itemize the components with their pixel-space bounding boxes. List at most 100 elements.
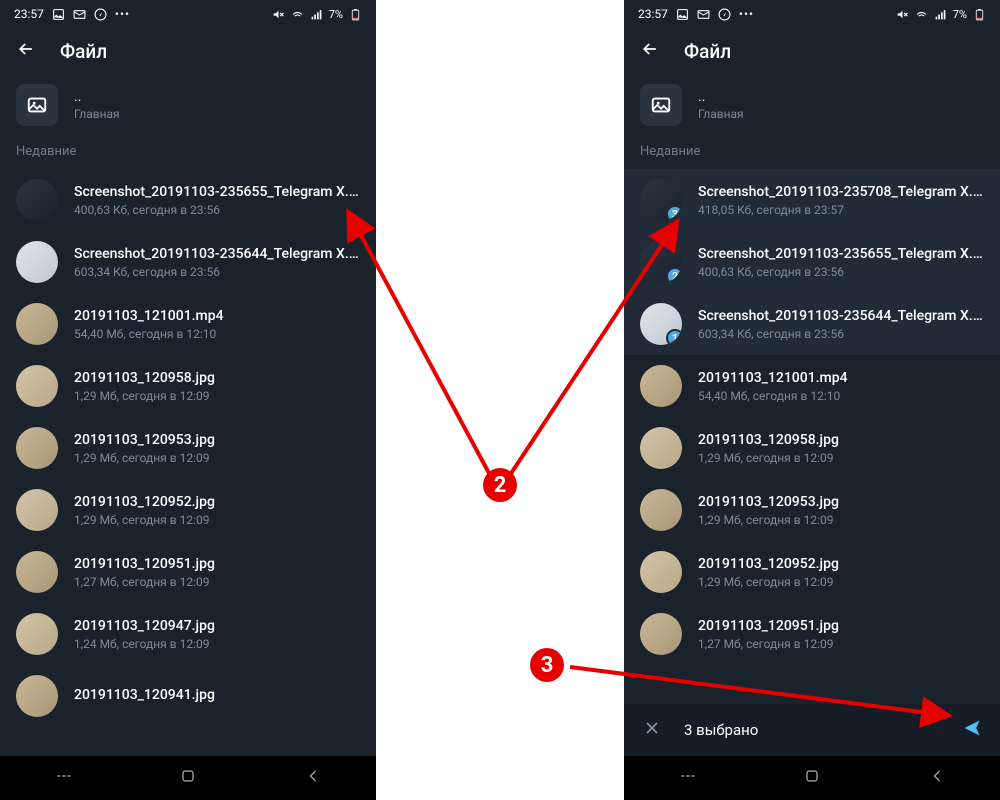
back-icon[interactable] (16, 39, 36, 63)
file-name: 20191103_120958.jpg (698, 432, 984, 448)
file-meta: 603,34 Кб, сегодня в 23:56 (698, 327, 984, 341)
file-thumb: 2 (640, 241, 682, 283)
close-icon[interactable] (642, 718, 662, 742)
file-thumb (16, 303, 58, 345)
file-row[interactable]: 3 Screenshot_20191103-235708_Telegram X.j… (624, 169, 1000, 231)
file-meta: 54,40 Мб, сегодня в 12:10 (698, 389, 984, 403)
section-recent: Недавние (0, 144, 376, 169)
file-row[interactable]: 20191103_120941.jpg (0, 665, 376, 727)
folder-sub: Главная (698, 107, 744, 121)
file-name: 20191103_120951.jpg (74, 556, 360, 572)
file-row[interactable]: 20191103_121001.mp4 54,40 Мб, сегодня в 1… (624, 355, 1000, 417)
file-thumb (16, 489, 58, 531)
file-row[interactable]: 1 Screenshot_20191103-235644_Telegram X.j… (624, 293, 1000, 355)
file-meta: 1,24 Мб, сегодня в 12:09 (74, 637, 360, 651)
battery-icon (349, 8, 362, 21)
file-row[interactable]: 20191103_120951.jpg 1,27 Мб, сегодня в 12… (0, 541, 376, 603)
file-meta: 1,29 Мб, сегодня в 12:09 (698, 575, 984, 589)
back-icon[interactable] (640, 39, 660, 63)
file-name: 20191103_120953.jpg (698, 494, 984, 510)
file-row[interactable]: 20191103_121001.mp4 54,40 Мб, сегодня в 1… (0, 293, 376, 355)
selection-badge: 2 (666, 267, 682, 283)
file-thumb (16, 241, 58, 283)
mute-icon (896, 8, 909, 21)
selection-bar: 3 выбрано (624, 704, 1000, 756)
battery-pct: 7% (953, 8, 967, 21)
nav-back-icon[interactable] (927, 766, 947, 790)
file-meta: 400,63 Кб, сегодня в 23:56 (74, 203, 360, 217)
nav-home-icon[interactable] (178, 766, 198, 790)
file-meta: 1,29 Мб, сегодня в 12:09 (74, 451, 360, 465)
battery-icon (973, 8, 986, 21)
file-name: Screenshot_20191103-235655_Telegram X.jp… (74, 184, 360, 200)
file-name: 20191103_121001.mp4 (698, 370, 984, 386)
file-name: 20191103_120952.jpg (74, 494, 360, 510)
file-meta: 1,27 Мб, сегодня в 12:09 (74, 575, 360, 589)
folder-up-row[interactable]: .. Главная (624, 74, 1000, 144)
file-thumb (640, 551, 682, 593)
file-thumb: 1 (640, 303, 682, 345)
gallery-icon (676, 8, 689, 21)
file-row[interactable]: 20191103_120958.jpg1,29 Мб, сегодня в 12… (624, 417, 1000, 479)
appbar-title: Файл (684, 40, 731, 63)
wifi-icon (291, 8, 304, 21)
telegram-icon (718, 8, 731, 21)
file-thumb (16, 613, 58, 655)
file-list-right: 3 Screenshot_20191103-235708_Telegram X.j… (624, 169, 1000, 665)
signal-icon (310, 8, 323, 21)
file-thumb (16, 365, 58, 407)
file-thumb (16, 675, 58, 717)
file-row[interactable]: 20191103_120951.jpg1,27 Мб, сегодня в 12… (624, 603, 1000, 665)
file-row[interactable]: 20191103_120953.jpg1,29 Мб, сегодня в 12… (624, 479, 1000, 541)
folder-up-row[interactable]: .. Главная (0, 74, 376, 144)
image-icon (16, 84, 58, 126)
folder-name: .. (698, 89, 744, 105)
more-icon: ••• (115, 7, 130, 21)
file-row[interactable]: 20191103_120952.jpg 1,29 Мб, сегодня в 12… (624, 541, 1000, 603)
mail-icon (697, 8, 710, 21)
signal-icon (934, 8, 947, 21)
statusbar: 23:57 ••• 7% (624, 0, 1000, 28)
battery-pct: 7% (329, 8, 343, 21)
file-name: Screenshot_20191103-235708_Telegram X.jp… (698, 184, 984, 200)
file-row[interactable]: 2Screenshot_20191103-235655_Telegram X.j… (624, 231, 1000, 293)
file-row[interactable]: 20191103_120958.jpg1,29 Мб, сегодня в 12… (0, 355, 376, 417)
file-row[interactable]: 20191103_120952.jpg 1,29 Мб, сегодня в 12… (0, 479, 376, 541)
android-navbar (0, 756, 376, 800)
nav-back-icon[interactable] (303, 766, 323, 790)
file-row[interactable]: Screenshot_20191103-235644_Telegram X.jp… (0, 231, 376, 293)
file-row[interactable]: Screenshot_20191103-235655_Telegram X.jp… (0, 169, 376, 231)
nav-recents-icon[interactable] (53, 766, 73, 790)
more-icon: ••• (739, 7, 754, 21)
file-thumb (640, 427, 682, 469)
file-meta: 400,63 Кб, сегодня в 23:56 (698, 265, 984, 279)
callout-3: 3 (530, 648, 564, 682)
nav-home-icon[interactable] (802, 766, 822, 790)
file-name: 20191103_120947.jpg (74, 618, 360, 634)
file-meta: 603,34 Кб, сегодня в 23:56 (74, 265, 360, 279)
status-time: 23:57 (14, 7, 44, 21)
file-meta: 418,05 Кб, сегодня в 23:57 (698, 203, 984, 217)
file-name: 20191103_121001.mp4 (74, 308, 360, 324)
file-thumb (640, 613, 682, 655)
telegram-icon (94, 8, 107, 21)
file-meta: 1,29 Мб, сегодня в 12:09 (74, 389, 360, 403)
statusbar: 23:57 ••• 7% (0, 0, 376, 28)
appbar: Файл (624, 28, 1000, 74)
file-thumb (16, 551, 58, 593)
file-name: Screenshot_20191103-235644_Telegram X.jp… (74, 246, 360, 262)
mail-icon (73, 8, 86, 21)
file-row[interactable]: 20191103_120953.jpg1,29 Мб, сегодня в 12… (0, 417, 376, 479)
file-name: Screenshot_20191103-235644_Telegram X.jp… (698, 308, 984, 324)
appbar: Файл (0, 28, 376, 74)
file-row[interactable]: 20191103_120947.jpg 1,24 Мб, сегодня в 12… (0, 603, 376, 665)
phone-right: 23:57 ••• 7% Файл .. Главная Недавние 3S… (624, 0, 1000, 800)
file-name: 20191103_120952.jpg (698, 556, 984, 572)
selection-badge: 3 (666, 205, 682, 221)
file-meta: 1,29 Мб, сегодня в 12:09 (74, 513, 360, 527)
file-meta: 54,40 Мб, сегодня в 12:10 (74, 327, 360, 341)
send-icon[interactable] (962, 718, 982, 742)
mute-icon (272, 8, 285, 21)
nav-recents-icon[interactable] (677, 766, 697, 790)
gallery-icon (52, 8, 65, 21)
